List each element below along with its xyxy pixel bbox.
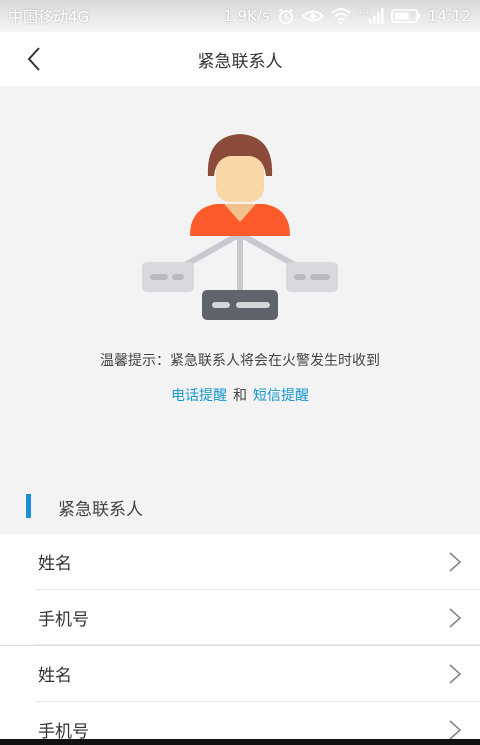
- phone-reminder-link[interactable]: 电话提醒: [171, 388, 227, 404]
- section-title: 紧急联系人: [58, 500, 143, 520]
- bottom-edge: [0, 739, 480, 745]
- status-bar: 中国移动4G 1.9K/s 4G 14:12: [0, 0, 480, 32]
- chevron-right-icon: [449, 607, 462, 628]
- section-header: 紧急联系人: [0, 489, 480, 523]
- contact-list: 姓名 手机号 姓名 手机号: [0, 534, 480, 745]
- chevron-right-icon: [449, 719, 462, 740]
- name-label: 姓名: [38, 554, 72, 575]
- contact-name-row[interactable]: 姓名: [0, 534, 480, 590]
- network-type-label: 4G: [358, 8, 368, 16]
- hint-text: 温馨提示：紧急联系人将会在火警发生时收到: [100, 353, 380, 369]
- page-title: 紧急联系人: [197, 51, 283, 72]
- network-speed: 1.9K/s: [223, 7, 270, 25]
- carrier-label: 中国移动4G: [8, 7, 90, 26]
- chevron-right-icon: [449, 552, 462, 572]
- node-right: [286, 262, 338, 292]
- back-button[interactable]: [18, 43, 50, 75]
- section-accent-bar: [26, 494, 31, 518]
- person-icon: [190, 134, 290, 236]
- battery-icon: [390, 8, 421, 24]
- phone-label: 手机号: [38, 721, 89, 742]
- sms-reminder-link[interactable]: 短信提醒: [253, 388, 309, 404]
- chevron-left-icon: [27, 47, 40, 71]
- hint-links: 电话提醒和短信提醒: [0, 385, 480, 405]
- contact-network-illustration: [142, 134, 338, 320]
- node-center: [202, 290, 278, 320]
- status-indicators: 1.9K/s 4G 14:12: [223, 7, 471, 25]
- node-left: [142, 262, 194, 292]
- chevron-right-icon: [449, 664, 462, 684]
- name-label: 姓名: [38, 666, 72, 687]
- contact-name-row[interactable]: 姓名: [0, 646, 480, 702]
- signal-icon: 4G: [358, 7, 384, 25]
- eye-icon: [301, 8, 324, 24]
- phone-label: 手机号: [38, 609, 89, 630]
- clock: 14:12: [427, 7, 471, 25]
- and-label: 和: [233, 388, 247, 404]
- nav-bar: 紧急联系人: [0, 32, 480, 86]
- contact-phone-row[interactable]: 手机号: [0, 590, 480, 646]
- alarm-icon: [277, 7, 295, 25]
- wifi-icon: [331, 8, 351, 24]
